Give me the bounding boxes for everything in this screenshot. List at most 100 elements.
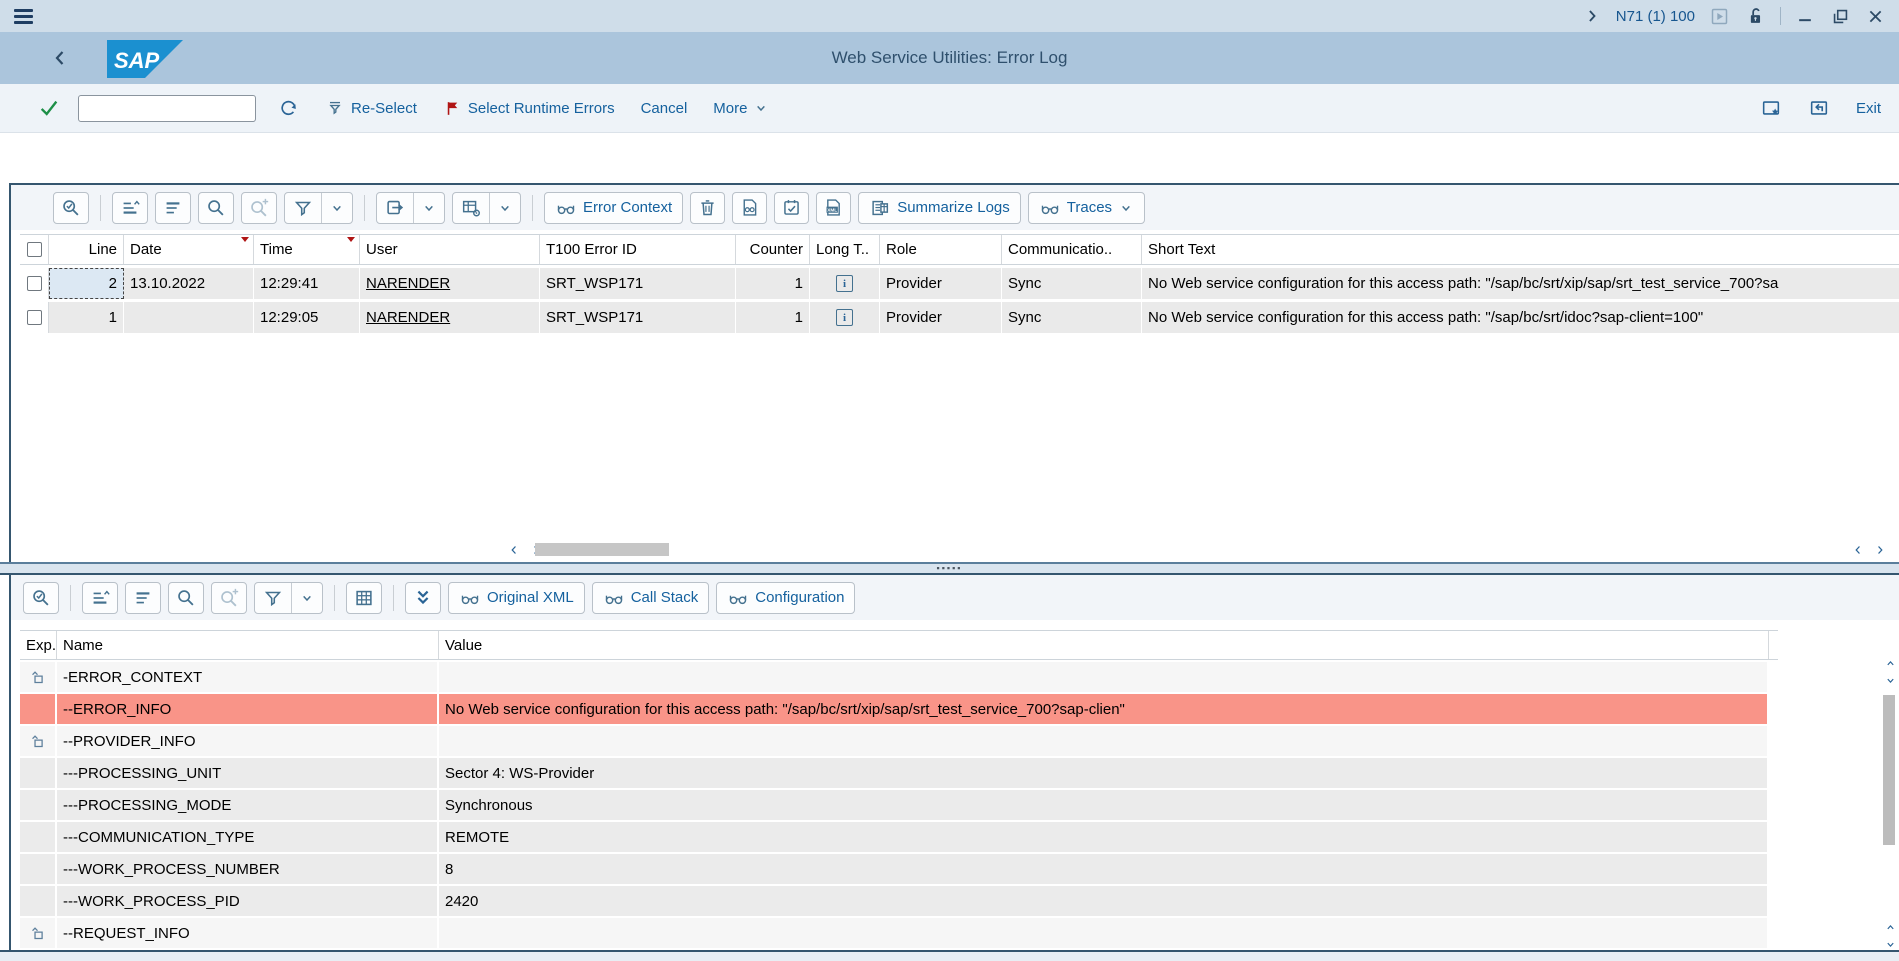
column-header-communication[interactable]: Communicatio.. (1002, 235, 1142, 264)
find-next-button[interactable] (211, 582, 247, 614)
name-cell[interactable]: --REQUEST_INFO (57, 918, 439, 948)
user-link[interactable]: NARENDER (366, 309, 450, 326)
filter-button[interactable] (284, 192, 353, 224)
sort-ascending-button[interactable] (112, 192, 148, 224)
date-cell[interactable] (124, 302, 254, 333)
details-button[interactable] (23, 582, 59, 614)
collapse-node-icon[interactable] (29, 733, 46, 750)
row-checkbox[interactable] (27, 276, 42, 291)
value-cell[interactable]: 8 (439, 854, 1769, 884)
column-header-user[interactable]: User (360, 235, 540, 264)
menu-icon[interactable] (0, 0, 40, 32)
original-xml-button[interactable]: Original XML (448, 582, 585, 614)
find-button[interactable] (168, 582, 204, 614)
more-menu-button[interactable]: More (713, 100, 769, 117)
scroll-right-icon[interactable] (1873, 543, 1887, 557)
column-header-date[interactable]: Date (124, 235, 254, 264)
play-session-icon[interactable] (1709, 6, 1730, 27)
export-menu-arrow[interactable] (413, 193, 444, 223)
name-cell[interactable]: ---COMMUNICATION_TYPE (57, 822, 439, 852)
expand-all-button[interactable] (405, 582, 441, 614)
value-cell[interactable]: No Web service configuration for this ac… (439, 694, 1769, 724)
time-cell[interactable]: 12:29:41 (254, 268, 360, 299)
counter-cell[interactable]: 1 (736, 302, 810, 333)
sort-ascending-button[interactable] (82, 582, 118, 614)
date-selection-button[interactable] (774, 192, 809, 224)
panel-splitter[interactable]: ▪▪▪▪▪ (0, 562, 1899, 575)
column-header-short-text[interactable]: Short Text (1142, 235, 1899, 264)
long-text-icon[interactable]: i (836, 275, 853, 292)
configuration-button[interactable]: Configuration (716, 582, 855, 614)
cancel-button[interactable]: Cancel (641, 100, 688, 117)
details-button[interactable] (53, 192, 89, 224)
row-checkbox[interactable] (27, 310, 42, 325)
value-cell[interactable]: 2420 (439, 886, 1769, 916)
close-icon[interactable] (1866, 7, 1885, 26)
layout-menu-arrow[interactable] (489, 193, 520, 223)
error-context-button[interactable]: Error Context (544, 192, 683, 224)
filter-button[interactable] (254, 582, 323, 614)
refresh-button[interactable] (278, 98, 299, 119)
horizontal-scrollbar[interactable] (11, 542, 1899, 558)
scroll-up-icon[interactable] (1884, 657, 1897, 670)
name-cell[interactable]: ---WORK_PROCESS_NUMBER (57, 854, 439, 884)
user-cell[interactable]: NARENDER (360, 302, 540, 333)
date-cell[interactable]: 13.10.2022 (124, 268, 254, 299)
communication-cell[interactable]: Sync (1002, 302, 1142, 333)
value-cell[interactable] (439, 918, 1769, 948)
find-button[interactable] (198, 192, 234, 224)
communication-cell[interactable]: Sync (1002, 268, 1142, 299)
filter-menu-arrow[interactable] (291, 583, 322, 613)
column-header-expand[interactable]: Exp.. (20, 631, 57, 659)
sort-descending-button[interactable] (155, 192, 191, 224)
xml-display-button[interactable] (816, 192, 851, 224)
table-view-button[interactable] (346, 582, 382, 614)
role-cell[interactable]: Provider (880, 268, 1002, 299)
shortcut-star-icon[interactable] (1760, 97, 1782, 119)
restore-window-icon[interactable] (1831, 7, 1850, 26)
name-cell[interactable]: -ERROR_CONTEXT (57, 662, 439, 692)
value-cell[interactable]: REMOTE (439, 822, 1769, 852)
column-header-counter[interactable]: Counter (736, 235, 810, 264)
scrollbar-thumb[interactable] (535, 543, 669, 556)
column-header-value[interactable]: Value (439, 631, 1769, 659)
lock-open-icon[interactable] (1744, 5, 1766, 27)
reselect-button[interactable]: Re-Select (325, 98, 417, 118)
selected-line-cell[interactable]: 2 (49, 268, 124, 299)
collapse-node-icon[interactable] (29, 925, 46, 942)
long-text-icon[interactable]: i (836, 309, 853, 326)
value-cell[interactable]: Synchronous (439, 790, 1769, 820)
expand-chevron-icon[interactable] (1582, 6, 1602, 26)
counter-cell[interactable]: 1 (736, 268, 810, 299)
column-header-t100[interactable]: T100 Error ID (540, 235, 736, 264)
column-header-name[interactable]: Name (57, 631, 439, 659)
display-log-button[interactable] (732, 192, 767, 224)
sort-descending-button[interactable] (125, 582, 161, 614)
name-cell[interactable]: --ERROR_INFO (57, 694, 439, 724)
short-text-cell[interactable]: No Web service configuration for this ac… (1142, 268, 1899, 299)
scroll-left-icon[interactable] (507, 543, 521, 557)
command-input[interactable] (79, 96, 272, 121)
minimize-icon[interactable] (1795, 6, 1815, 26)
scroll-left-icon[interactable] (1851, 543, 1865, 557)
value-cell[interactable] (439, 726, 1769, 756)
call-stack-button[interactable]: Call Stack (592, 582, 710, 614)
column-header-line[interactable]: Line (49, 235, 124, 264)
line-cell[interactable]: 1 (49, 302, 124, 333)
user-link[interactable]: NARENDER (366, 275, 450, 292)
command-field[interactable] (78, 95, 256, 122)
time-cell[interactable]: 12:29:05 (254, 302, 360, 333)
t100-error-id-cell[interactable]: SRT_WSP171 (540, 302, 736, 333)
scroll-up-icon[interactable] (1884, 921, 1897, 934)
column-header-long-text[interactable]: Long T.. (810, 235, 880, 264)
scroll-down-icon[interactable] (1884, 674, 1897, 687)
name-cell[interactable]: ---WORK_PROCESS_PID (57, 886, 439, 916)
exit-button[interactable]: Exit (1856, 100, 1881, 117)
name-cell[interactable]: --PROVIDER_INFO (57, 726, 439, 756)
column-header-time[interactable]: Time (254, 235, 360, 264)
column-header-role[interactable]: Role (880, 235, 1002, 264)
vertical-scrollbar[interactable] (1883, 657, 1897, 947)
filter-menu-arrow[interactable] (321, 193, 352, 223)
summarize-logs-button[interactable]: Summarize Logs (858, 192, 1021, 224)
select-all-checkbox[interactable] (27, 242, 42, 257)
